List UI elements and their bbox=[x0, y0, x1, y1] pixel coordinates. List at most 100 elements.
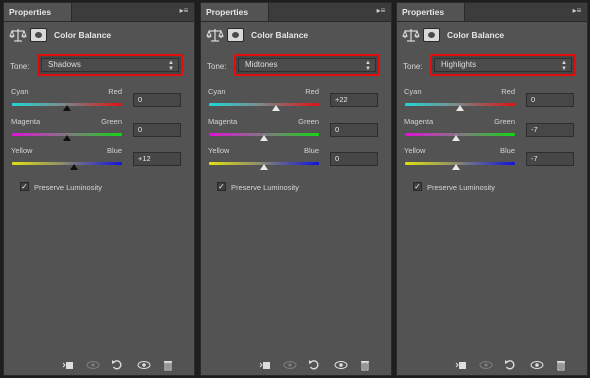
magenta-green-left-label: Magenta bbox=[11, 117, 41, 126]
properties-panel-1: Properties ▸≡ Color Balance Tone: Shadow… bbox=[3, 2, 195, 376]
visibility-eye-previous-icon[interactable] bbox=[283, 359, 297, 371]
tab-properties[interactable]: Properties bbox=[201, 3, 269, 21]
adjustment-header: Color Balance bbox=[397, 21, 587, 49]
yellow-blue-right-label: Blue bbox=[499, 146, 515, 155]
cyan-red-slider-track[interactable] bbox=[209, 103, 319, 106]
up-down-arrow-icon: ▲ ▼ bbox=[561, 60, 567, 72]
magenta-green-slider-thumb[interactable] bbox=[63, 135, 71, 141]
adjustment-header: Color Balance bbox=[4, 21, 194, 49]
visibility-eye-previous-icon[interactable] bbox=[479, 359, 493, 371]
yellow-blue-left-label: Yellow bbox=[404, 146, 426, 155]
visibility-eye-icon[interactable] bbox=[137, 359, 151, 371]
yellow-blue-left-label: Yellow bbox=[11, 146, 33, 155]
cyan-red-value-field[interactable]: 0 bbox=[133, 93, 181, 107]
tone-dropdown-value: Highlights ▲ ▼ bbox=[434, 58, 572, 72]
yellow-blue-slider-track[interactable] bbox=[12, 162, 122, 165]
reset-icon[interactable] bbox=[308, 359, 320, 371]
properties-panel-3: Properties ▸≡ Color Balance Tone: Highli… bbox=[396, 2, 588, 376]
scales-icon bbox=[9, 27, 27, 43]
adjustment-title: Color Balance bbox=[54, 30, 112, 40]
panel-titlebar: Properties ▸≡ bbox=[397, 3, 587, 22]
layer-mask-icon[interactable] bbox=[423, 28, 440, 42]
yellow-blue-right-label: Blue bbox=[303, 146, 319, 155]
visibility-eye-icon[interactable] bbox=[334, 359, 348, 371]
clip-to-layer-icon[interactable] bbox=[455, 359, 467, 371]
scales-icon bbox=[402, 27, 420, 43]
magenta-green-left-label: Magenta bbox=[208, 117, 238, 126]
tone-dropdown[interactable]: Shadows ▲ ▼ bbox=[37, 54, 183, 76]
clip-to-layer-icon[interactable] bbox=[259, 359, 271, 371]
cyan-red-slider-thumb[interactable] bbox=[63, 105, 71, 111]
cyan-red-left-label: Cyan bbox=[208, 87, 226, 96]
layer-mask-icon[interactable] bbox=[227, 28, 244, 42]
preserve-luminosity-label: Preserve Luminosity bbox=[34, 183, 102, 192]
layer-mask-icon[interactable] bbox=[30, 28, 47, 42]
cyan-red-value-field[interactable]: 0 bbox=[526, 93, 574, 107]
properties-panel-2: Properties ▸≡ Color Balance Tone: Midton… bbox=[200, 2, 392, 376]
yellow-blue-right-label: Blue bbox=[106, 146, 122, 155]
trash-icon[interactable] bbox=[359, 359, 371, 371]
preserve-luminosity-checkbox[interactable]: ✓ bbox=[20, 182, 29, 191]
preserve-luminosity-checkbox[interactable]: ✓ bbox=[413, 182, 422, 191]
yellow-blue-slider-thumb[interactable] bbox=[69, 164, 78, 170]
panel-menu-icon[interactable]: ▸≡ bbox=[375, 5, 387, 17]
preserve-luminosity-label: Preserve Luminosity bbox=[231, 183, 299, 192]
preserve-luminosity-label: Preserve Luminosity bbox=[427, 183, 495, 192]
tone-label: Tone: bbox=[10, 62, 30, 71]
yellow-blue-value-field[interactable]: 0 bbox=[330, 152, 378, 166]
adjustment-title: Color Balance bbox=[447, 30, 505, 40]
reset-icon[interactable] bbox=[111, 359, 123, 371]
tone-dropdown-value: Shadows ▲ ▼ bbox=[41, 58, 179, 72]
magenta-green-value-field[interactable]: -7 bbox=[526, 123, 574, 137]
cyan-red-left-label: Cyan bbox=[11, 87, 29, 96]
magenta-green-slider-thumb[interactable] bbox=[260, 135, 268, 141]
up-down-arrow-icon: ▲ ▼ bbox=[168, 60, 174, 72]
clip-to-layer-icon[interactable] bbox=[62, 359, 74, 371]
checkmark-icon: ✓ bbox=[414, 182, 421, 191]
panel-footer bbox=[201, 355, 391, 375]
yellow-blue-slider-thumb[interactable] bbox=[260, 164, 268, 170]
magenta-green-value-field[interactable]: 0 bbox=[133, 123, 181, 137]
magenta-green-value-field[interactable]: 0 bbox=[330, 123, 378, 137]
panel-footer bbox=[397, 355, 587, 375]
tab-properties[interactable]: Properties bbox=[4, 3, 72, 21]
tab-properties[interactable]: Properties bbox=[397, 3, 465, 21]
checkmark-icon: ✓ bbox=[218, 182, 225, 191]
magenta-green-right-label: Green bbox=[298, 117, 319, 126]
yellow-blue-value-field[interactable]: +12 bbox=[133, 152, 181, 166]
magenta-green-right-label: Green bbox=[101, 117, 122, 126]
visibility-eye-previous-icon[interactable] bbox=[86, 359, 100, 371]
scales-icon bbox=[206, 27, 224, 43]
panel-menu-icon[interactable]: ▸≡ bbox=[178, 5, 190, 17]
cyan-red-right-label: Red bbox=[501, 87, 515, 96]
tone-label: Tone: bbox=[207, 62, 227, 71]
tone-dropdown[interactable]: Midtones ▲ ▼ bbox=[234, 54, 380, 76]
cyan-red-slider-thumb[interactable] bbox=[272, 105, 281, 111]
yellow-blue-value-field[interactable]: -7 bbox=[526, 152, 574, 166]
tone-label: Tone: bbox=[403, 62, 423, 71]
cyan-red-right-label: Red bbox=[108, 87, 122, 96]
panel-footer bbox=[4, 355, 194, 375]
cyan-red-slider-thumb[interactable] bbox=[456, 105, 464, 111]
up-down-arrow-icon: ▲ ▼ bbox=[365, 60, 371, 72]
yellow-blue-slider-thumb[interactable] bbox=[452, 164, 461, 170]
tone-dropdown-value: Midtones ▲ ▼ bbox=[238, 58, 376, 72]
reset-icon[interactable] bbox=[504, 359, 516, 371]
cyan-red-left-label: Cyan bbox=[404, 87, 422, 96]
magenta-green-left-label: Magenta bbox=[404, 117, 434, 126]
trash-icon[interactable] bbox=[162, 359, 174, 371]
cyan-red-value-field[interactable]: +22 bbox=[330, 93, 378, 107]
trash-icon[interactable] bbox=[555, 359, 567, 371]
adjustment-title: Color Balance bbox=[251, 30, 309, 40]
magenta-green-right-label: Green bbox=[494, 117, 515, 126]
magenta-green-slider-thumb[interactable] bbox=[452, 135, 461, 141]
yellow-blue-left-label: Yellow bbox=[208, 146, 230, 155]
preserve-luminosity-checkbox[interactable]: ✓ bbox=[217, 182, 226, 191]
panel-titlebar: Properties ▸≡ bbox=[4, 3, 194, 22]
panel-titlebar: Properties ▸≡ bbox=[201, 3, 391, 22]
panel-menu-icon[interactable]: ▸≡ bbox=[571, 5, 583, 17]
cyan-red-right-label: Red bbox=[305, 87, 319, 96]
adjustment-header: Color Balance bbox=[201, 21, 391, 49]
tone-dropdown[interactable]: Highlights ▲ ▼ bbox=[430, 54, 576, 76]
visibility-eye-icon[interactable] bbox=[530, 359, 544, 371]
